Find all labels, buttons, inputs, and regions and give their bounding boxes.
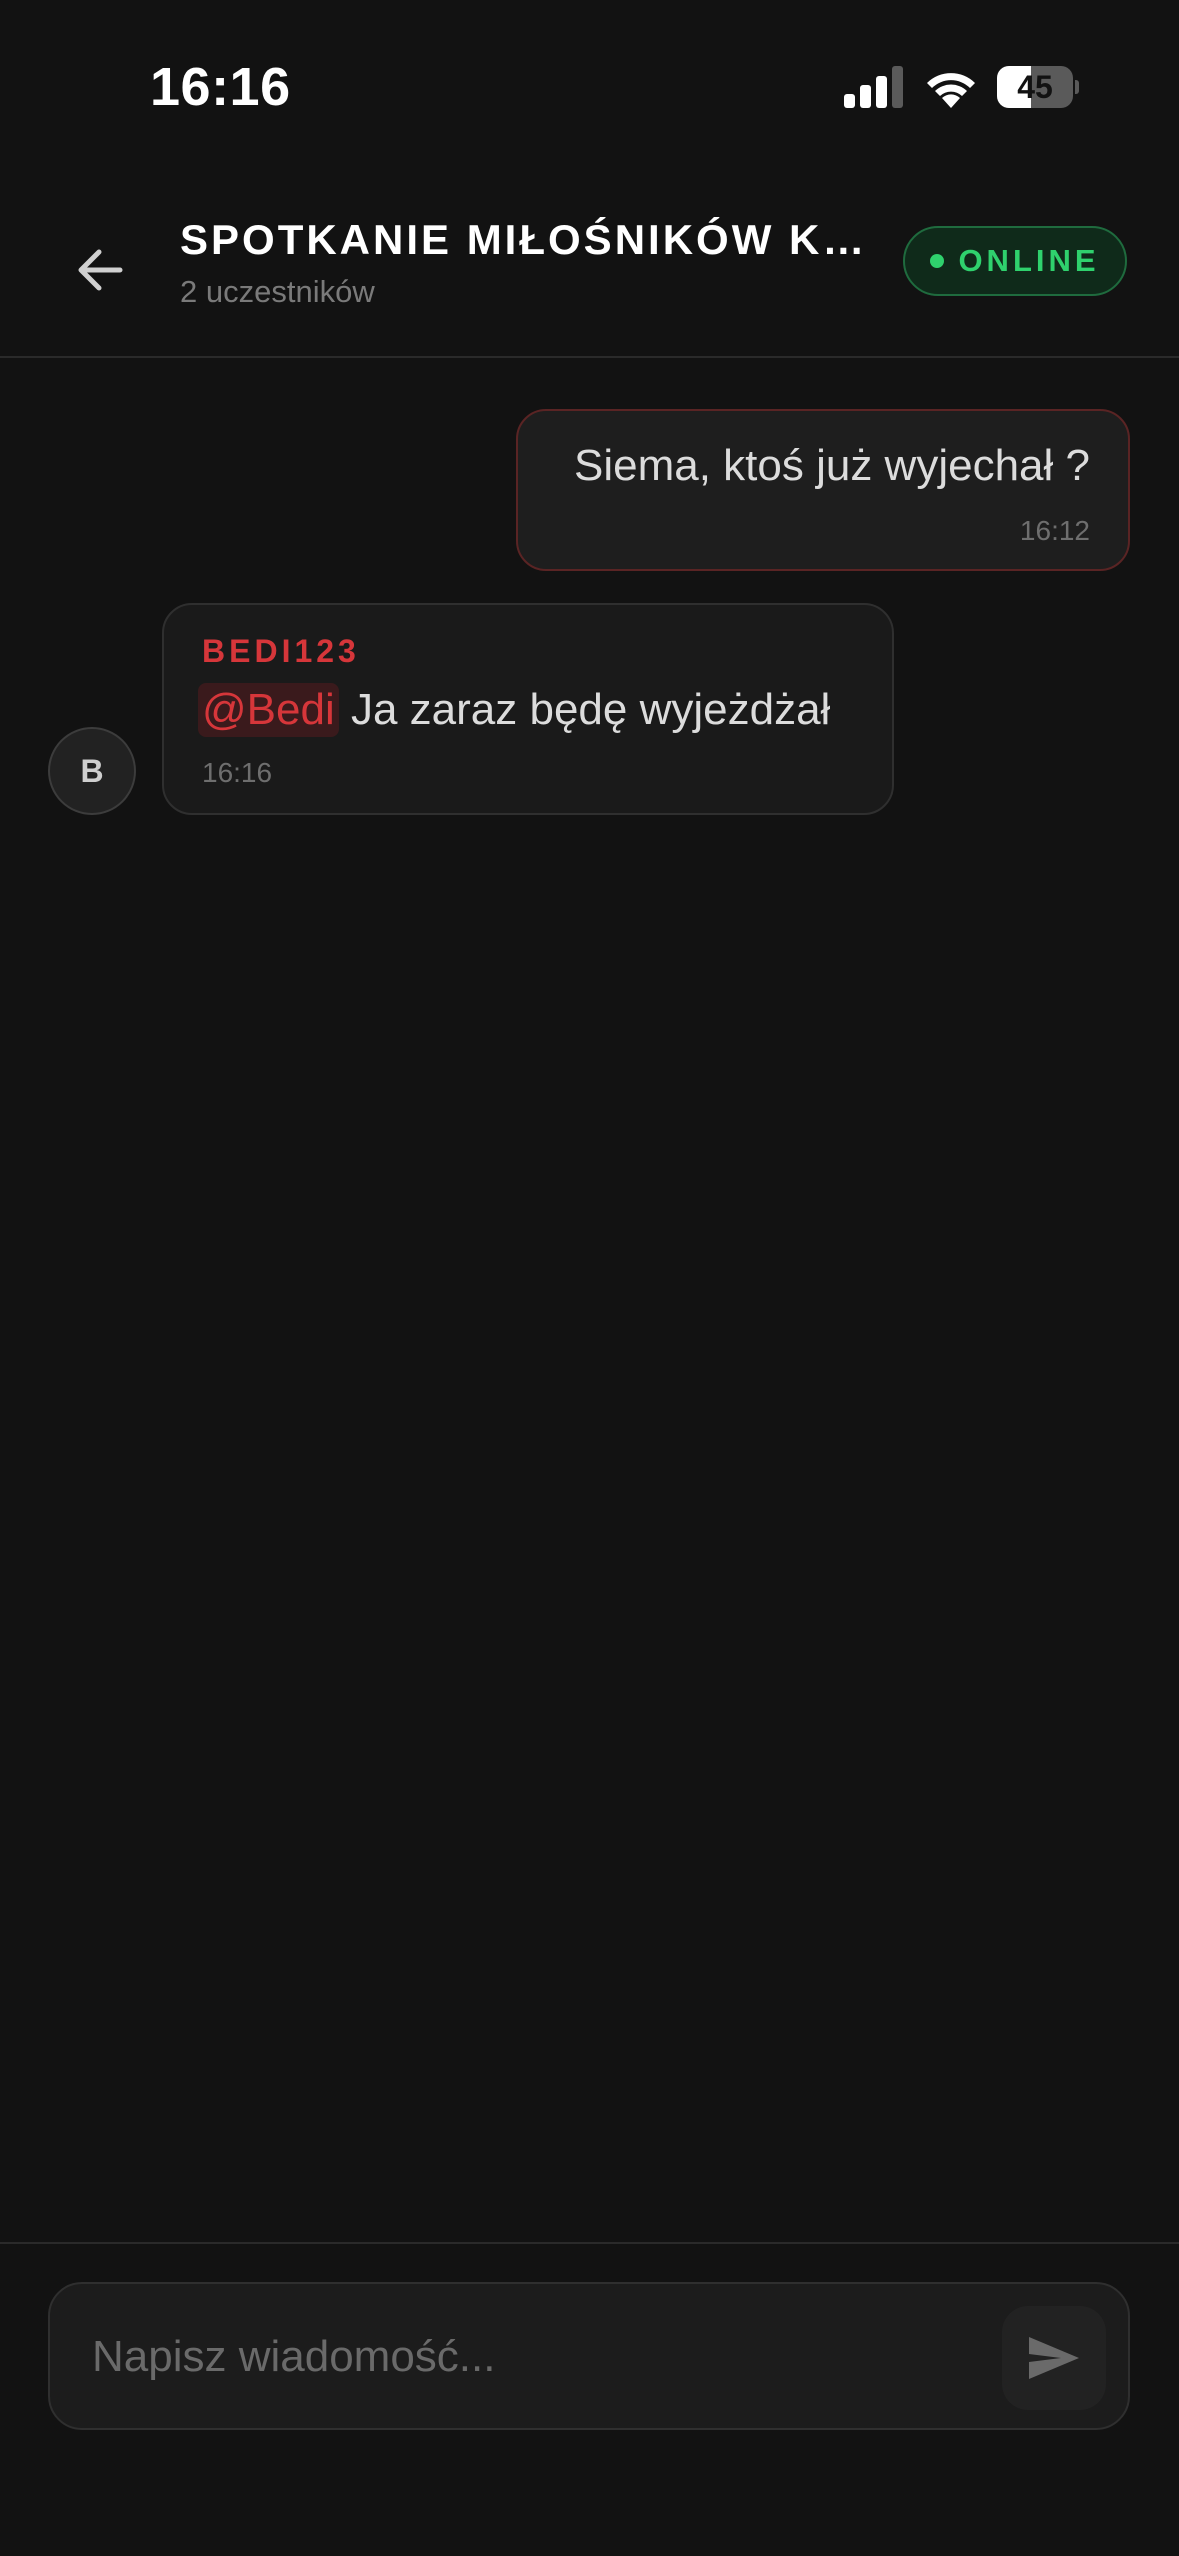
- status-bar: 16:16 45: [0, 0, 1179, 150]
- battery-tip: [1075, 80, 1079, 94]
- wifi-icon: [927, 73, 975, 108]
- battery-body: 45: [997, 66, 1073, 108]
- send-button[interactable]: [1002, 2306, 1106, 2410]
- composer: [48, 2282, 1130, 2430]
- cellular-signal-icon: [844, 66, 903, 108]
- online-status-badge: ONLINE: [903, 226, 1127, 296]
- message-input[interactable]: [90, 2284, 974, 2430]
- mention-tag[interactable]: @Bedi: [198, 683, 339, 737]
- online-status-label: ONLINE: [958, 243, 1100, 278]
- avatar[interactable]: B: [48, 727, 136, 815]
- online-dot-icon: [930, 254, 945, 268]
- incoming-message-bubble[interactable]: BEDI123 @Bedi Ja zaraz będę wyjeżdżał 16…: [162, 603, 894, 815]
- message-time: 16:12: [1019, 515, 1090, 546]
- message-text: Siema, ktoś już wyjechał ?: [574, 441, 1090, 490]
- message-time: 16:16: [202, 757, 273, 788]
- chat-screen: 16:16 45 SPOTKANIE MIŁOŚNIKÓW KLA: [0, 0, 1179, 2556]
- participants-count: 2 uczestników: [180, 274, 375, 309]
- message-sender: BEDI123: [202, 633, 360, 669]
- chat-header: SPOTKANIE MIŁOŚNIKÓW KLASYK... 2 uczestn…: [0, 190, 1179, 358]
- outgoing-message-bubble[interactable]: Siema, ktoś już wyjechał ? 16:12: [516, 409, 1130, 571]
- message-text: Ja zaraz będę wyjeżdżał: [350, 685, 831, 734]
- message-body: @Bedi Ja zaraz będę wyjeżdżał: [198, 683, 831, 737]
- send-icon: [1029, 2337, 1079, 2379]
- chat-title: SPOTKANIE MIŁOŚNIKÓW KLASYK...: [180, 216, 870, 263]
- battery-indicator: 45: [997, 66, 1079, 108]
- battery-level: 45: [1017, 69, 1053, 105]
- status-time: 16:16: [150, 57, 291, 117]
- back-button[interactable]: [60, 230, 140, 310]
- arrow-left-icon: [78, 249, 123, 291]
- avatar-letter: B: [80, 752, 104, 789]
- composer-bar: [0, 2242, 1179, 2556]
